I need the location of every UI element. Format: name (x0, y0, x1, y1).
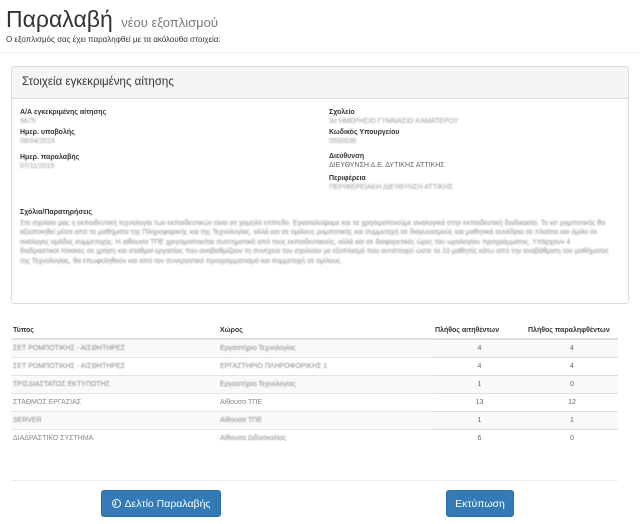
field-school: Σχολείο 3ο ΗΜΕΡΗΣΙΟ ΓΥΜΝΑΣΙΟ ΚΑΜΑΤΕΡΟΥ (329, 109, 458, 126)
receipt-button-label: Δελτίο Παραλαβής (124, 497, 211, 510)
page-title-subtitle: νέου εξοπλισμού (121, 15, 218, 30)
application-details-panel: Στοιχεία εγκεκριμένης αίτησης Α/Α εγκεκρ… (11, 66, 629, 304)
field-directorate: Διεύθυνση ΔΙΕΥΘΥΝΣΗ Δ.Ε. ΔΥΤΙΚΗΣ ΑΤΤΙΚΗΣ (329, 153, 445, 170)
cell-received: 4 (526, 338, 618, 357)
cell-place: Αίθουσα ΤΠΕ (218, 392, 433, 411)
equipment-table: Τύπος Χώρος Πλήθος αιτηθέντων Πλήθος παρ… (11, 324, 618, 447)
column-header-type: Τύπος (11, 324, 218, 340)
page-title: Παραλαβή νέου εξοπλισμού (6, 6, 218, 33)
comments-text: Στο σχολείο μας η εκπαιδευτική τεχνολογί… (20, 219, 609, 265)
page-title-main: Παραλαβή (6, 6, 113, 32)
cell-type: ΣΕΤ ΡΟΜΠΟΤΙΚΗΣ - ΑΙΣΘΗΤΗΡΕΣ (11, 338, 218, 357)
table-row: SERVER Αίθουσα ΤΠΕ 1 1 (11, 410, 618, 429)
column-header-place: Χώρος (218, 324, 433, 340)
cell-requested: 4 (433, 338, 526, 357)
cell-received: 1 (526, 410, 618, 429)
header-divider (0, 52, 640, 53)
cell-requested: 6 (433, 428, 526, 447)
comments-section: Σχόλια/Παρατηρήσεις Στο σχολείο μας η εκ… (20, 208, 610, 267)
cell-received: 12 (526, 392, 618, 411)
cell-type: ΣΤΑΘΜΟΣ ΕΡΓΑΣΙΑΣ (11, 392, 218, 411)
cell-place: ΕΡΓΑΣΤΗΡΙΟ ΠΛΗΡΟΦΟΡΙΚΗΣ 1 (218, 356, 433, 375)
field-label: Περιφέρεια (329, 175, 366, 182)
table-header-row: Τύπος Χώρος Πλήθος αιτηθέντων Πλήθος παρ… (11, 324, 618, 340)
field-value: 3ο ΗΜΕΡΗΣΙΟ ΓΥΜΝΑΣΙΟ ΚΑΜΑΤΕΡΟΥ (329, 117, 459, 125)
panel-heading: Στοιχεία εγκεκριμένης αίτησης (12, 67, 628, 99)
download-circle-icon (111, 499, 121, 508)
table-row: ΤΡΙΣΔΙΑΣΤΑΤΟΣ ΕΚΤΥΠΩΤΗΣ Εργαστήριο Τεχνο… (11, 374, 618, 393)
intro-text: Ο εξοπλισμός σας έχει παραληφθεί με τα α… (6, 35, 221, 44)
cell-requested: 13 (433, 392, 526, 411)
cell-place: Εργαστήριο Τεχνολογίας (218, 338, 433, 357)
field-value: ΔΙΕΥΘΥΝΣΗ Δ.Ε. ΔΥΤΙΚΗΣ ΑΤΤΙΚΗΣ (329, 161, 445, 169)
field-value: 5675 (20, 117, 36, 125)
comments-label: Σχόλια/Παρατηρήσεις (20, 209, 93, 216)
receipt-download-button[interactable]: Δελτίο Παραλαβής (101, 490, 221, 517)
column-header-received: Πλήθος παραληφθέντων (526, 324, 618, 340)
field-region: Περιφέρεια ΠΕΡΙΦΕΡΕΙΑΚΗ ΔΙΕΥΘΥΝΣΗ ΑΤΤΙΚΗ… (329, 175, 453, 192)
field-receipt-date: Ημερ. παραλαβής 07/11/2015 (20, 154, 79, 171)
cell-type: ΤΡΙΣΔΙΑΣΤΑΤΟΣ ΕΚΤΥΠΩΤΗΣ (11, 374, 218, 393)
cell-requested: 1 (433, 410, 526, 429)
table-row: ΣΕΤ ΡΟΜΠΟΤΙΚΗΣ - ΑΙΣΘΗΤΗΡΕΣ ΕΡΓΑΣΤΗΡΙΟ Π… (11, 356, 618, 375)
field-application-id: Α/Α εγκεκριμένης αίτησης 5675 (20, 109, 106, 126)
table-row: ΣΕΤ ΡΟΜΠΟΤΙΚΗΣ - ΑΙΣΘΗΤΗΡΕΣ Εργαστήριο Τ… (11, 338, 618, 357)
table-row: ΣΤΑΘΜΟΣ ΕΡΓΑΣΙΑΣ Αίθουσα ΤΠΕ 13 12 (11, 392, 618, 411)
cell-type: SERVER (11, 410, 218, 429)
cell-type: ΣΕΤ ΡΟΜΠΟΤΙΚΗΣ - ΑΙΣΘΗΤΗΡΕΣ (11, 356, 218, 375)
cell-place: Εργαστήριο Τεχνολογίας (218, 374, 433, 393)
cell-received: 4 (526, 356, 618, 375)
field-value: ΠΕΡΙΦΕΡΕΙΑΚΗ ΔΙΕΥΘΥΝΣΗ ΑΤΤΙΚΗΣ (329, 183, 453, 191)
cell-type: ΔΙΑΔΡΑΣΤΙΚΟ ΣΥΣΤΗΜΑ (11, 428, 218, 447)
field-value: 0550036 (329, 137, 357, 145)
cell-requested: 4 (433, 356, 526, 375)
cell-requested: 1 (433, 374, 526, 393)
field-value: 08/04/2015 (20, 137, 56, 145)
print-button-label: Εκτύπωση (455, 497, 505, 510)
cell-place: Αίθουσα Διδασκαλίας (218, 428, 433, 447)
field-label: Α/Α εγκεκριμένης αίτησης (20, 109, 107, 116)
cell-received: 0 (526, 374, 618, 393)
field-label: Κωδικός Υπουργείου (329, 129, 400, 136)
cell-place: Αίθουσα ΤΠΕ (218, 410, 433, 429)
field-submission-date: Ημερ. υποβολής 08/04/2015 (20, 129, 75, 146)
table-row: ΔΙΑΔΡΑΣΤΙΚΟ ΣΥΣΤΗΜΑ Αίθουσα Διδασκαλίας … (11, 428, 618, 447)
field-label: Σχολείο (329, 109, 355, 116)
field-label: Διεύθυνση (329, 153, 365, 160)
field-label: Ημερ. υποβολής (20, 129, 75, 136)
footer-divider (11, 480, 618, 481)
cell-received: 0 (526, 428, 618, 447)
print-button[interactable]: Εκτύπωση (446, 490, 514, 517)
field-ministry-code: Κωδικός Υπουργείου 0550036 (329, 129, 399, 146)
column-header-requested: Πλήθος αιτηθέντων (433, 324, 526, 340)
field-label: Ημερ. παραλαβής (20, 154, 80, 161)
field-value: 07/11/2015 (20, 162, 55, 170)
